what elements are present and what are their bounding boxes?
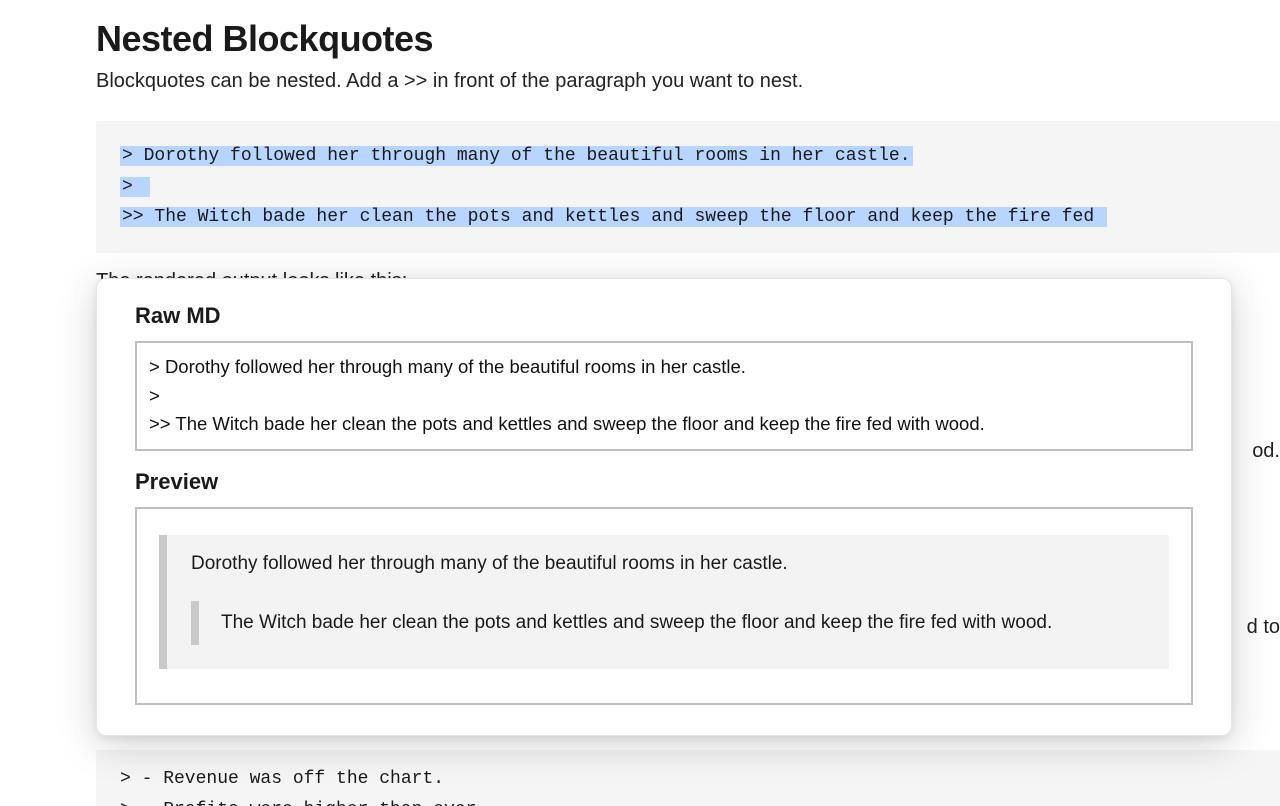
outer-quote-text: Dorothy followed her through many of the…: [191, 553, 1145, 575]
document-page: Nested Blockquotes Blockquotes can be ne…: [0, 0, 1280, 253]
preview-box: Dorothy followed her through many of the…: [135, 507, 1193, 705]
code-line-1: > Dorothy followed her through many of t…: [120, 146, 913, 166]
preview-heading: Preview: [135, 469, 1193, 495]
preview-dialog: Raw MD > Dorothy followed her through ma…: [96, 278, 1232, 736]
code-line-2: >: [120, 177, 135, 197]
section-description: Blockquotes can be nested. Add a >> in f…: [96, 70, 1280, 93]
next-example-code-block[interactable]: > - Revenue was off the chart. > - Profi…: [96, 750, 1280, 806]
raw-md-box[interactable]: > Dorothy followed her through many of t…: [135, 341, 1193, 451]
bottom-line-2: > - Profits were higher than ever.: [120, 800, 487, 806]
section-title: Nested Blockquotes: [96, 18, 1280, 60]
code-line-3: >> The Witch bade her clean the pots and…: [120, 207, 1107, 227]
raw-line-3: >> The Witch bade her clean the pots and…: [149, 413, 985, 434]
raw-line-1: > Dorothy followed her through many of t…: [149, 356, 746, 377]
blockquote-outer: Dorothy followed her through many of the…: [159, 535, 1169, 669]
raw-md-heading: Raw MD: [135, 303, 1193, 329]
background-fragment-b: d to: [1241, 612, 1280, 643]
background-fragment-a: od.: [1246, 436, 1280, 467]
inner-quote-text: The Witch bade her clean the pots and ke…: [221, 609, 1127, 637]
bottom-line-1: > - Revenue was off the chart.: [120, 769, 444, 789]
raw-line-2: >: [149, 385, 160, 406]
blockquote-inner: The Witch bade her clean the pots and ke…: [191, 601, 1145, 645]
example-code-block[interactable]: > Dorothy followed her through many of t…: [96, 121, 1280, 253]
